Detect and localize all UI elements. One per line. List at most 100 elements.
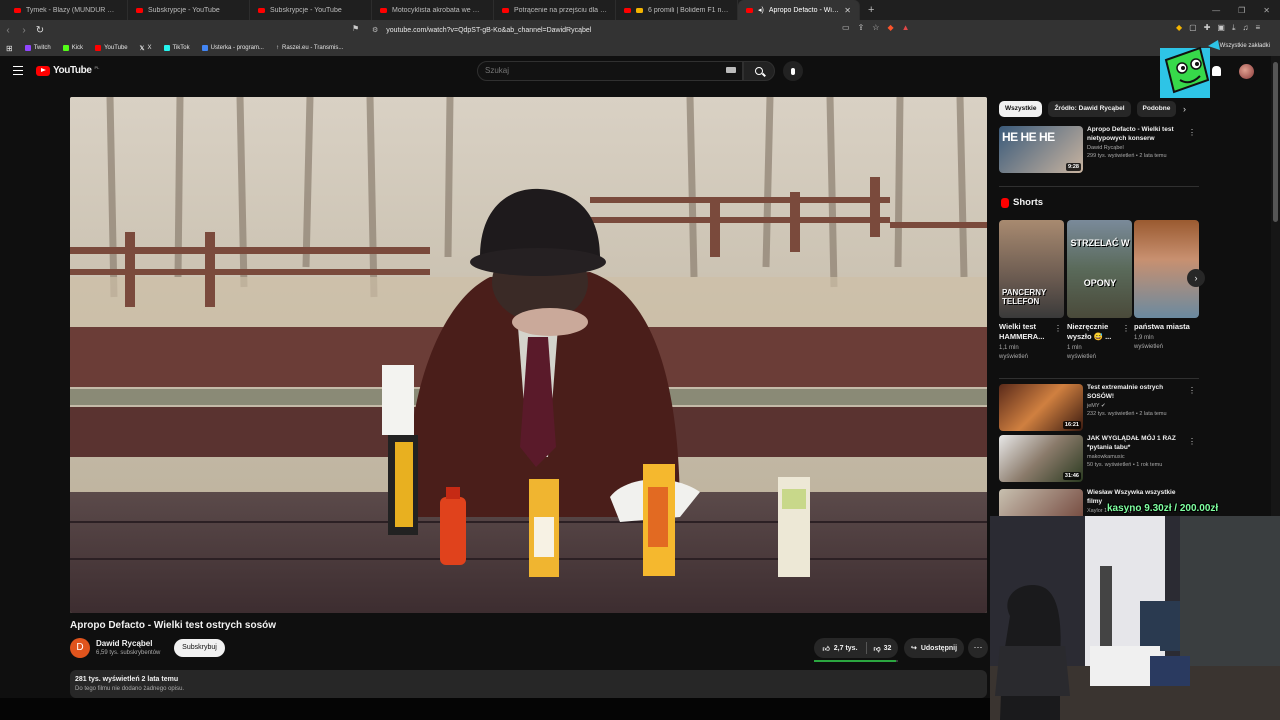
- star-icon[interactable]: ☆: [872, 23, 879, 32]
- shorts-next-button[interactable]: ›: [1187, 269, 1205, 287]
- shorts-icon: [1001, 197, 1009, 208]
- usterka-icon: [201, 45, 208, 51]
- more-options-icon[interactable]: ⋮: [1188, 128, 1196, 137]
- recommendation-item[interactable]: 31:46 JAK WYGLĄDAŁ MÓJ 1 RAZ *pytania ta…: [999, 435, 1199, 482]
- share-page-icon[interactable]: ⇪: [858, 23, 865, 32]
- bookmark-icon[interactable]: ⚑: [352, 24, 359, 33]
- close-window-icon[interactable]: ✕: [1263, 6, 1270, 15]
- recommendation-info: Test extremalnie ostrych SOSÓW! jeMY ✔ 2…: [1087, 384, 1167, 417]
- section-divider: [999, 378, 1199, 379]
- short-thumbnail: [1134, 220, 1199, 318]
- extensions-icon[interactable]: ✚: [1204, 23, 1211, 33]
- download-icon[interactable]: ⤓: [1232, 23, 1236, 33]
- more-options-icon[interactable]: ⋮: [1122, 324, 1130, 333]
- short-thumbnail: PANCERNY TELEFON: [999, 220, 1064, 318]
- subscribe-button[interactable]: Subskrybuj: [174, 639, 225, 657]
- channel-name[interactable]: Dawid Rycąbel: [96, 639, 152, 648]
- browser-tab[interactable]: Subskrypcje - YouTube: [250, 0, 372, 20]
- chip-all[interactable]: Wszystkie: [999, 101, 1043, 117]
- close-tab-icon[interactable]: ✕: [844, 6, 851, 15]
- recommendation-item[interactable]: 16:21 Test extremalnie ostrych SOSÓW! je…: [999, 384, 1199, 431]
- new-tab-button[interactable]: +: [860, 4, 874, 16]
- search-box: [477, 61, 743, 81]
- video-thumbnail: 16:21: [999, 384, 1083, 431]
- maximize-icon[interactable]: ❐: [1238, 6, 1245, 15]
- raszei-icon: ↑: [275, 45, 279, 51]
- voice-search-button[interactable]: [783, 61, 803, 81]
- browser-tab[interactable]: 6 promili | Bolidem F1 na autostr...: [616, 0, 738, 20]
- bookmark-item[interactable]: Twitch: [24, 45, 51, 51]
- short-item[interactable]: STRZELAĆ W OPONY Niezręcznie wyszło 😅 ..…: [1067, 220, 1132, 362]
- like-button[interactable]: 👍︎ 2,7 tys.: [814, 638, 866, 658]
- chevron-right-icon[interactable]: ›: [1183, 104, 1186, 114]
- channel-avatar[interactable]: D: [70, 638, 90, 658]
- all-bookmarks[interactable]: Wszystkie zakładki: [1220, 43, 1270, 49]
- share-arrow-icon: ↪: [910, 645, 917, 652]
- description-text: Do tego filmu nie dodano żadnego opisu.: [75, 686, 185, 692]
- youtube-play-icon: [36, 65, 50, 76]
- forward-icon[interactable]: ›: [16, 25, 32, 36]
- account-avatar[interactable]: [1239, 64, 1254, 79]
- brave-shield-icon[interactable]: ◆: [887, 23, 893, 32]
- reload-icon[interactable]: ↻: [32, 25, 48, 36]
- cast-icon[interactable]: ▭: [842, 23, 850, 32]
- recommendation-item[interactable]: HE HE HE 9:28 Apropo Defacto - Wielki te…: [999, 126, 1199, 173]
- x-logo-icon: 𝕏: [139, 45, 145, 52]
- extensions-area: ◆ ▢ ✚ ▣ ⤓ ♫ ≡: [1176, 23, 1260, 33]
- section-divider: [999, 186, 1199, 187]
- music-icon[interactable]: ♫: [1243, 23, 1249, 33]
- streamer-mascot-logo: [1160, 40, 1220, 98]
- youtube-favicon-icon: [380, 7, 387, 13]
- youtube-favicon-icon: [502, 7, 509, 13]
- browser-tab[interactable]: Subskrypcje - YouTube: [128, 0, 250, 20]
- scrollbar-thumb[interactable]: [1273, 62, 1278, 222]
- apps-grid-icon[interactable]: ⊞: [6, 44, 13, 53]
- wallet-icon[interactable]: ◆: [1176, 23, 1182, 33]
- bookmark-item[interactable]: ↑ Raszei.eu - Transmis...: [276, 45, 343, 51]
- hamburger-menu-icon[interactable]: [13, 66, 23, 75]
- webcam-feed: [990, 516, 1280, 720]
- browser-tab[interactable]: Tymek - Blazy (MUNDUR REMIX) - Yo: [6, 0, 128, 20]
- bookmark-item[interactable]: TikTok: [163, 45, 190, 51]
- sidebar-icon[interactable]: ▣: [1217, 23, 1225, 33]
- bookmark-item[interactable]: 𝕏X: [140, 45, 152, 52]
- chip-related[interactable]: Podobne: [1136, 101, 1177, 117]
- search-icon: [755, 67, 763, 75]
- rewards-icon[interactable]: ▲: [902, 23, 910, 32]
- bookmark-item[interactable]: YouTube: [95, 45, 128, 51]
- keyboard-icon[interactable]: [726, 67, 736, 73]
- dislike-button[interactable]: 👎︎ 32: [867, 638, 898, 658]
- site-info-icon[interactable]: ⚙: [372, 26, 378, 34]
- youtube-favicon-icon: [746, 7, 753, 13]
- shorts-header: Shorts: [1001, 197, 1043, 208]
- like-ratio-fill: [814, 660, 897, 662]
- like-dislike-group: 👍︎ 2,7 tys. 👎︎ 32: [814, 638, 898, 658]
- back-icon[interactable]: ‹: [0, 25, 16, 36]
- search-button[interactable]: [743, 61, 775, 81]
- more-options-icon[interactable]: ⋮: [1188, 437, 1196, 446]
- more-actions-button[interactable]: ⋯: [968, 638, 988, 658]
- description-box[interactable]: 281 tys. wyświetleń 2 lata temu Do tego …: [70, 670, 987, 698]
- webcam-overlay: [990, 516, 1280, 720]
- share-button[interactable]: ↪ Udostępnij: [904, 638, 964, 658]
- vpn-icon[interactable]: ▢: [1189, 23, 1197, 33]
- short-item[interactable]: PANCERNY TELEFON Wielki test HAMMERA... …: [999, 220, 1064, 362]
- page-scrollbar[interactable]: [1271, 56, 1280, 516]
- browser-tab-bar: Tymek - Blazy (MUNDUR REMIX) - Yo Subskr…: [0, 0, 1280, 20]
- youtube-icon: [95, 45, 102, 51]
- browser-tab[interactable]: Motocyklista akrobata we Wrocławiu: [372, 0, 494, 20]
- chip-from-channel[interactable]: Źródło: Dawid Rycąbel: [1048, 101, 1131, 117]
- subscriber-count: 6,59 tys. subskrybentów: [96, 650, 161, 656]
- more-options-icon[interactable]: ⋮: [1188, 386, 1196, 395]
- video-player[interactable]: [70, 97, 987, 613]
- bookmark-item[interactable]: Kick: [62, 45, 83, 51]
- browser-tab[interactable]: Potrącenie na przejściu dla pieszych: [494, 0, 616, 20]
- minimize-icon[interactable]: —: [1212, 6, 1220, 15]
- youtube-logo[interactable]: YouTube PL: [36, 65, 99, 76]
- menu-icon[interactable]: ≡: [1256, 23, 1261, 33]
- short-item[interactable]: państwa miasta 1,9 mln wyświetleń: [1134, 220, 1199, 352]
- more-options-icon[interactable]: ⋮: [1054, 324, 1062, 333]
- search-input[interactable]: [485, 66, 685, 75]
- browser-tab-active[interactable]: ◂)Apropo Defacto - Wielki test✕: [738, 0, 860, 20]
- bookmark-item[interactable]: Usterka - program...: [201, 45, 264, 51]
